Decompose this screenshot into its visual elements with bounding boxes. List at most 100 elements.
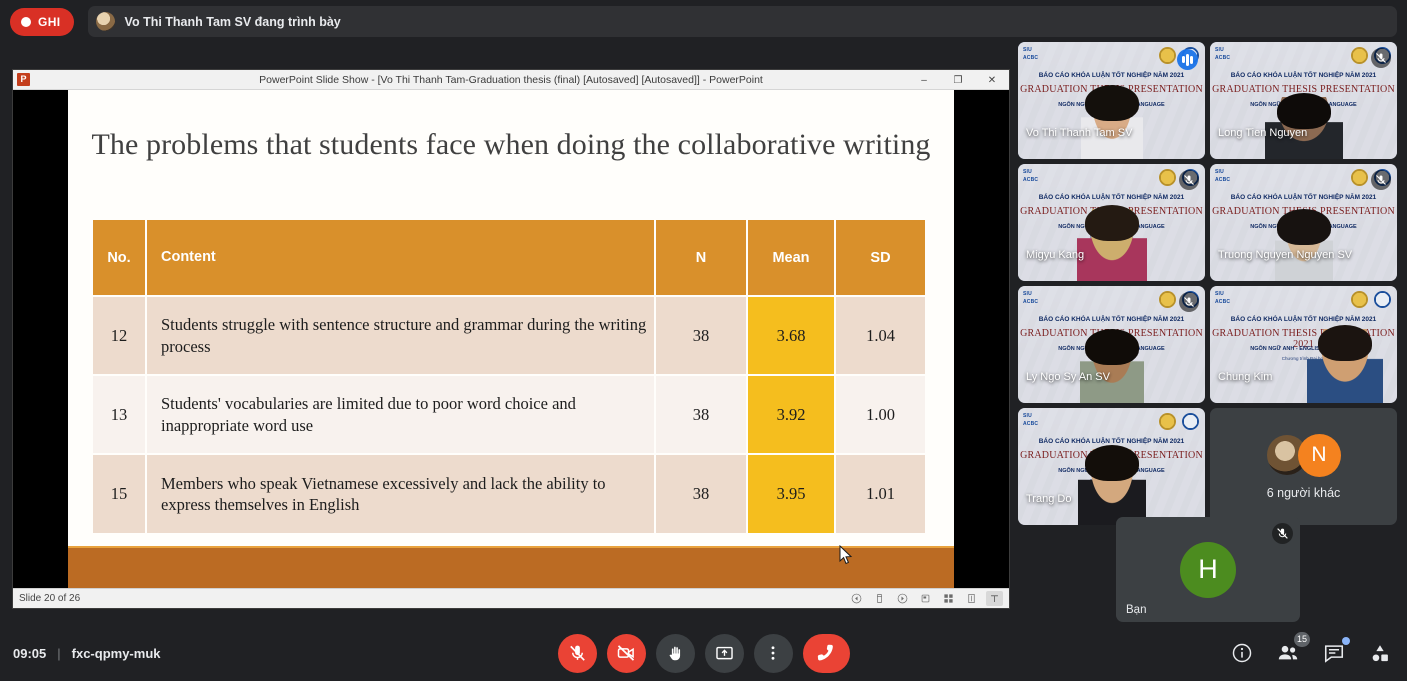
mic-muted-icon xyxy=(569,645,585,661)
participant-tile[interactable]: SIU ACBC BÁO CÁO KHÓA LUẬN TỐT NGHIỆP NĂM… xyxy=(1210,286,1397,403)
restore-button[interactable]: ❐ xyxy=(941,70,975,90)
right-action-icons: 15 xyxy=(1229,632,1393,666)
siu-logo-icon: SIU ACBC xyxy=(1215,47,1231,61)
results-table: No. Content N Mean SD 12 Students strugg… xyxy=(93,220,925,533)
participants-count-badge: 15 xyxy=(1293,632,1310,647)
slide-counter: Slide 20 of 26 xyxy=(19,593,81,604)
meeting-info: 09:05 | fxc-qpmy-muk xyxy=(13,646,161,661)
recording-badge[interactable]: GHI xyxy=(10,7,74,36)
info-icon xyxy=(1232,643,1252,663)
others-avatars: N xyxy=(1266,433,1341,477)
participant-name: Chung Kim xyxy=(1218,371,1273,383)
muted-mic-icon xyxy=(1371,170,1391,190)
cell-content: Students struggle with sentence structur… xyxy=(146,295,656,375)
cell-sd: 1.04 xyxy=(835,295,925,375)
meeting-details-button[interactable] xyxy=(1229,640,1255,666)
siu-logo-icon: SIU ACBC xyxy=(1215,291,1231,305)
presenting-banner[interactable]: Vo Thi Thanh Tam SV đang trình bày xyxy=(87,6,1397,37)
tile-slide-line1: BÁO CÁO KHÓA LUẬN TỐT NGHIỆP NĂM 2021 xyxy=(1230,194,1377,201)
laser-pointer-icon[interactable] xyxy=(986,591,1003,606)
participant-tile[interactable]: SIU ACBC BÁO CÁO KHÓA LUẬN TỐT NGHIỆP NĂM… xyxy=(1210,164,1397,281)
microphone-off-button[interactable] xyxy=(557,633,597,673)
chat-button[interactable] xyxy=(1321,637,1350,666)
seal-gold-icon xyxy=(1159,291,1176,308)
self-view-tile[interactable]: H Bạn xyxy=(1116,517,1300,622)
present-screen-button[interactable] xyxy=(704,633,744,673)
meeting-code: fxc-qpmy-muk xyxy=(71,645,161,661)
tile-slide-line1: BÁO CÁO KHÓA LUẬN TỐT NGHIỆP NĂM 2021 xyxy=(1230,316,1377,323)
tile-slide-line1: BÁO CÁO KHÓA LUẬN TỐT NGHIỆP NĂM 2021 xyxy=(1038,72,1185,79)
other-participants-tile[interactable]: N 6 người khác xyxy=(1210,408,1397,525)
seal-gold-icon xyxy=(1351,169,1368,186)
table-row: 13 Students' vocabularies are limited du… xyxy=(93,374,925,454)
participant-name: Vo Thi Thanh Tam SV xyxy=(1026,127,1133,139)
muted-mic-icon xyxy=(1179,170,1199,190)
avatar: N xyxy=(1297,433,1341,477)
tile-slide-line1: BÁO CÁO KHÓA LUẬN TỐT NGHIỆP NĂM 2021 xyxy=(1230,72,1377,79)
activities-button[interactable] xyxy=(1367,640,1393,666)
zoom-icon[interactable] xyxy=(963,591,980,606)
more-options-button[interactable] xyxy=(753,633,793,673)
status-bar-icons xyxy=(848,591,1003,606)
tile-slide-line1: BÁO CÁO KHÓA LUẬN TỐT NGHIỆP NĂM 2021 xyxy=(1038,438,1185,445)
recording-label: GHI xyxy=(38,14,61,29)
column-header-no: No. xyxy=(93,220,147,296)
muted-mic-icon xyxy=(1371,48,1391,68)
muted-mic-icon xyxy=(1272,523,1293,544)
next-slide-icon[interactable] xyxy=(894,591,911,606)
participant-name: Ly Ngo Sy An SV xyxy=(1026,371,1110,383)
raise-hand-button[interactable] xyxy=(655,633,695,673)
cell-mean: 3.92 xyxy=(747,374,836,454)
speaking-indicator-icon xyxy=(1177,49,1198,70)
tile-slide-line1: BÁO CÁO KHÓA LUẬN TỐT NGHIỆP NĂM 2021 xyxy=(1038,316,1185,323)
hangup-icon xyxy=(817,644,833,661)
cell-no: 15 xyxy=(93,453,147,533)
other-participants-label: 6 người khác xyxy=(1266,485,1341,500)
seal-gold-icon xyxy=(1351,291,1368,308)
meeting-time: 09:05 xyxy=(13,645,47,661)
window-buttons: – ❐ ✕ xyxy=(907,70,1009,90)
participant-tile[interactable]: SIU ACBC BÁO CÁO KHÓA LUẬN TỐT NGHIỆP NĂM… xyxy=(1018,286,1205,403)
seal-gold-icon xyxy=(1159,47,1176,64)
camera-off-button[interactable] xyxy=(606,633,646,673)
participant-video xyxy=(1274,213,1333,281)
cell-n: 38 xyxy=(655,295,748,375)
previous-slide-icon[interactable] xyxy=(848,591,865,606)
all-slides-icon[interactable] xyxy=(940,591,957,606)
participant-tile[interactable]: SIU ACBC BÁO CÁO KHÓA LUẬN TỐT NGHIỆP NĂM… xyxy=(1018,164,1205,281)
chat-icon xyxy=(1324,645,1344,663)
pen-tools-icon[interactable] xyxy=(871,591,888,606)
seal-gold-icon xyxy=(1351,47,1368,64)
cell-content: Students' vocabularies are limited due t… xyxy=(146,374,656,454)
meet-app-window: GHI Vo Thi Thanh Tam SV đang trình bày P… xyxy=(0,0,1407,681)
participant-tile[interactable]: SIU ACBC BÁO CÁO KHÓA LUẬN TỐT NGHIỆP NĂM… xyxy=(1210,42,1397,159)
participant-video xyxy=(1076,209,1147,281)
bottom-bar: 09:05 | fxc-qpmy-muk 15 xyxy=(0,625,1407,681)
participant-tile[interactable]: SIU ACBC BÁO CÁO KHÓA LUẬN TỐT NGHIỆP NĂM… xyxy=(1018,42,1205,159)
powerpoint-window-title: PowerPoint Slide Show - [Vo Thi Thanh Ta… xyxy=(259,73,763,86)
siu-logo-icon: SIU ACBC xyxy=(1023,413,1039,427)
participant-grid: SIU ACBC BÁO CÁO KHÓA LUẬN TỐT NGHIỆP NĂM… xyxy=(1018,42,1397,525)
slide-stage: The problems that students face when doi… xyxy=(13,90,1009,588)
cell-content: Members who speak Vietnamese excessively… xyxy=(146,453,656,533)
participant-video xyxy=(1306,329,1383,403)
call-controls xyxy=(557,633,850,673)
tile-slide-line1: BÁO CÁO KHÓA LUẬN TỐT NGHIỆP NĂM 2021 xyxy=(1038,194,1185,201)
camera-muted-icon xyxy=(617,645,635,661)
cell-no: 13 xyxy=(93,374,147,454)
close-button[interactable]: ✕ xyxy=(975,70,1009,90)
participants-button[interactable]: 15 xyxy=(1275,632,1310,666)
slide-view-icon[interactable] xyxy=(917,591,934,606)
participant-name: Long Tien Nguyen xyxy=(1218,127,1308,139)
seal-gold-icon xyxy=(1159,413,1176,430)
avatar: H xyxy=(1180,541,1236,598)
participant-tile[interactable]: SIU ACBC BÁO CÁO KHÓA LUẬN TỐT NGHIỆP NĂM… xyxy=(1018,408,1205,525)
participant-name: Trang Do xyxy=(1026,493,1072,505)
slide-title: The problems that students face when doi… xyxy=(91,128,931,161)
cell-sd: 1.00 xyxy=(835,374,925,454)
siu-logo-icon: SIU ACBC xyxy=(1023,291,1039,305)
end-call-button[interactable] xyxy=(802,633,850,673)
cell-mean: 3.95 xyxy=(747,453,836,533)
table-header-row: No. Content N Mean SD xyxy=(93,220,925,296)
minimize-button[interactable]: – xyxy=(907,70,941,90)
